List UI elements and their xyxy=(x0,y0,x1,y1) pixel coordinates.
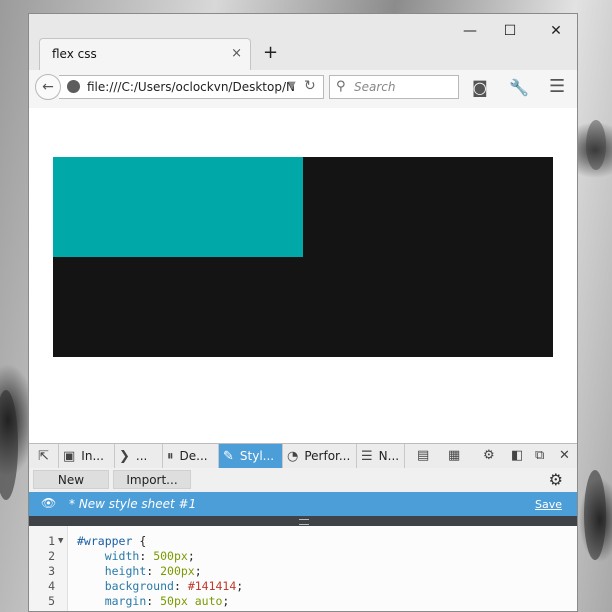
tab-label: N... xyxy=(378,449,400,463)
url-text: file:///C:/Users/oclockvn/Desktop/N xyxy=(87,80,295,94)
separate-window-icon[interactable]: ⧉ xyxy=(535,448,544,463)
menu-icon[interactable]: ☰ xyxy=(549,76,565,97)
search-placeholder: Search xyxy=(354,80,396,94)
new-stylesheet-button[interactable]: New xyxy=(33,470,109,489)
style-editor-toolbar: New Import... ⚙ xyxy=(29,468,577,493)
tab-title: flex css xyxy=(52,47,97,61)
import-label: Import... xyxy=(126,472,178,487)
debugger-icon: ⏸ xyxy=(167,448,174,464)
new-tab-button[interactable]: + xyxy=(263,42,278,63)
tab-label: Perfor... xyxy=(304,449,351,463)
globe-icon xyxy=(67,80,80,93)
minimize-button[interactable]: — xyxy=(454,20,486,42)
stylesheet-name: * New style sheet #1 xyxy=(69,497,197,511)
teal-box xyxy=(53,157,303,257)
brace-open: { xyxy=(139,534,147,548)
close-button[interactable]: ✕ xyxy=(540,20,572,42)
css-property: width xyxy=(104,549,140,563)
tab-debugger[interactable]: ⏸ De... xyxy=(163,444,219,468)
css-value: 500px xyxy=(153,549,188,563)
tab-label: ... xyxy=(135,449,148,463)
desktop-streak xyxy=(584,470,606,560)
dock-side-icon[interactable]: ◧ xyxy=(511,448,523,463)
css-value: 200px xyxy=(160,564,195,578)
nav-bar: file:///C:/Users/oclockvn/Desktop/N ▼ ↻ … xyxy=(29,70,577,109)
style-editor-icon: ✎ xyxy=(223,448,234,464)
devtools-toolbar: ⇱ ▣ In... ❯ ... ⏸ De... ✎ Styl... ◔ Perf… xyxy=(29,443,577,469)
maximize-button[interactable]: ☐ xyxy=(494,20,526,42)
tab-label: Styl... xyxy=(239,449,275,463)
tab-network[interactable]: ☰ N... xyxy=(357,444,405,468)
code-line: margin: 50px auto; xyxy=(104,594,230,608)
browser-window: — ☐ ✕ flex css × + file:///C:/Users/oclo… xyxy=(28,13,578,612)
desktop-streak xyxy=(0,390,18,500)
save-link[interactable]: Save xyxy=(535,498,562,511)
gear-icon[interactable]: ⚙ xyxy=(549,470,563,489)
tab-style-editor[interactable]: ✎ Styl... xyxy=(219,444,283,468)
splitter[interactable] xyxy=(29,516,577,526)
code-line: width: 500px; xyxy=(104,549,195,563)
css-property: height xyxy=(104,564,147,578)
performance-icon: ◔ xyxy=(287,448,299,464)
code-line: #wrapper { xyxy=(77,534,146,548)
splitter-grip-icon xyxy=(299,519,309,525)
css-property: margin xyxy=(104,594,147,608)
console-icon: ❯ xyxy=(119,448,130,464)
css-selector: #wrapper xyxy=(77,534,133,548)
close-tab-icon[interactable]: × xyxy=(231,46,242,61)
settings-icon[interactable]: ⚙ xyxy=(483,448,495,463)
pick-element-button[interactable]: ⇱ xyxy=(29,444,59,468)
css-value: #141414 xyxy=(187,579,237,593)
tab-label: De... xyxy=(179,449,208,463)
stylesheet-item[interactable]: 👁 * New style sheet #1 Save xyxy=(29,492,577,516)
wrench-icon[interactable]: 🔧 xyxy=(509,78,529,97)
back-arrow-icon: ← xyxy=(42,79,54,95)
css-property: background xyxy=(104,579,174,593)
tab-label: In... xyxy=(81,449,104,463)
search-input[interactable]: ⚲ Search xyxy=(329,75,459,99)
line-number-gutter: 1 ▼ 2 3 4 5 xyxy=(29,526,68,611)
line-number: 2 xyxy=(48,549,55,563)
browser-tab[interactable]: flex css × xyxy=(39,38,251,71)
inspector-icon: ▣ xyxy=(63,448,76,464)
line-number: 4 xyxy=(48,579,55,593)
line-number: 3 xyxy=(48,564,55,578)
line-number: 5 xyxy=(48,594,55,608)
css-value: 50px auto xyxy=(160,594,223,608)
fold-arrow-icon[interactable]: ▼ xyxy=(58,536,63,546)
tab-inspector[interactable]: ▣ In... xyxy=(59,444,115,468)
close-devtools-icon[interactable]: ✕ xyxy=(559,448,570,463)
search-icon: ⚲ xyxy=(336,79,346,94)
code-line: background: #141414; xyxy=(104,579,244,593)
url-bar[interactable]: file:///C:/Users/oclockvn/Desktop/N ▼ ↻ xyxy=(59,75,324,99)
split-console-icon[interactable]: ▤ xyxy=(417,448,429,463)
reload-icon[interactable]: ↻ xyxy=(304,78,316,94)
tab-performance[interactable]: ◔ Perfor... xyxy=(283,444,357,468)
code-editor[interactable]: 1 ▼ 2 3 4 5 #wrapper { width: 500px; hei… xyxy=(29,526,577,611)
pocket-icon[interactable]: ◙ xyxy=(472,78,488,97)
wrapper-div xyxy=(53,157,553,357)
pick-element-icon: ⇱ xyxy=(38,448,49,464)
tab-console[interactable]: ❯ ... xyxy=(115,444,163,468)
desktop-streak xyxy=(586,120,606,170)
network-icon: ☰ xyxy=(361,448,373,464)
dropdown-arrow-icon[interactable]: ▼ xyxy=(288,80,296,91)
new-label: New xyxy=(57,472,85,487)
code-line: height: 200px; xyxy=(104,564,202,578)
page-viewport xyxy=(29,108,577,444)
responsive-design-icon[interactable]: ▦ xyxy=(448,448,460,463)
line-number: 1 xyxy=(48,534,55,548)
title-bar: — ☐ ✕ flex css × + xyxy=(29,14,577,78)
import-stylesheet-button[interactable]: Import... xyxy=(113,470,191,489)
back-button[interactable]: ← xyxy=(35,74,61,100)
eye-icon[interactable]: 👁 xyxy=(41,496,56,510)
